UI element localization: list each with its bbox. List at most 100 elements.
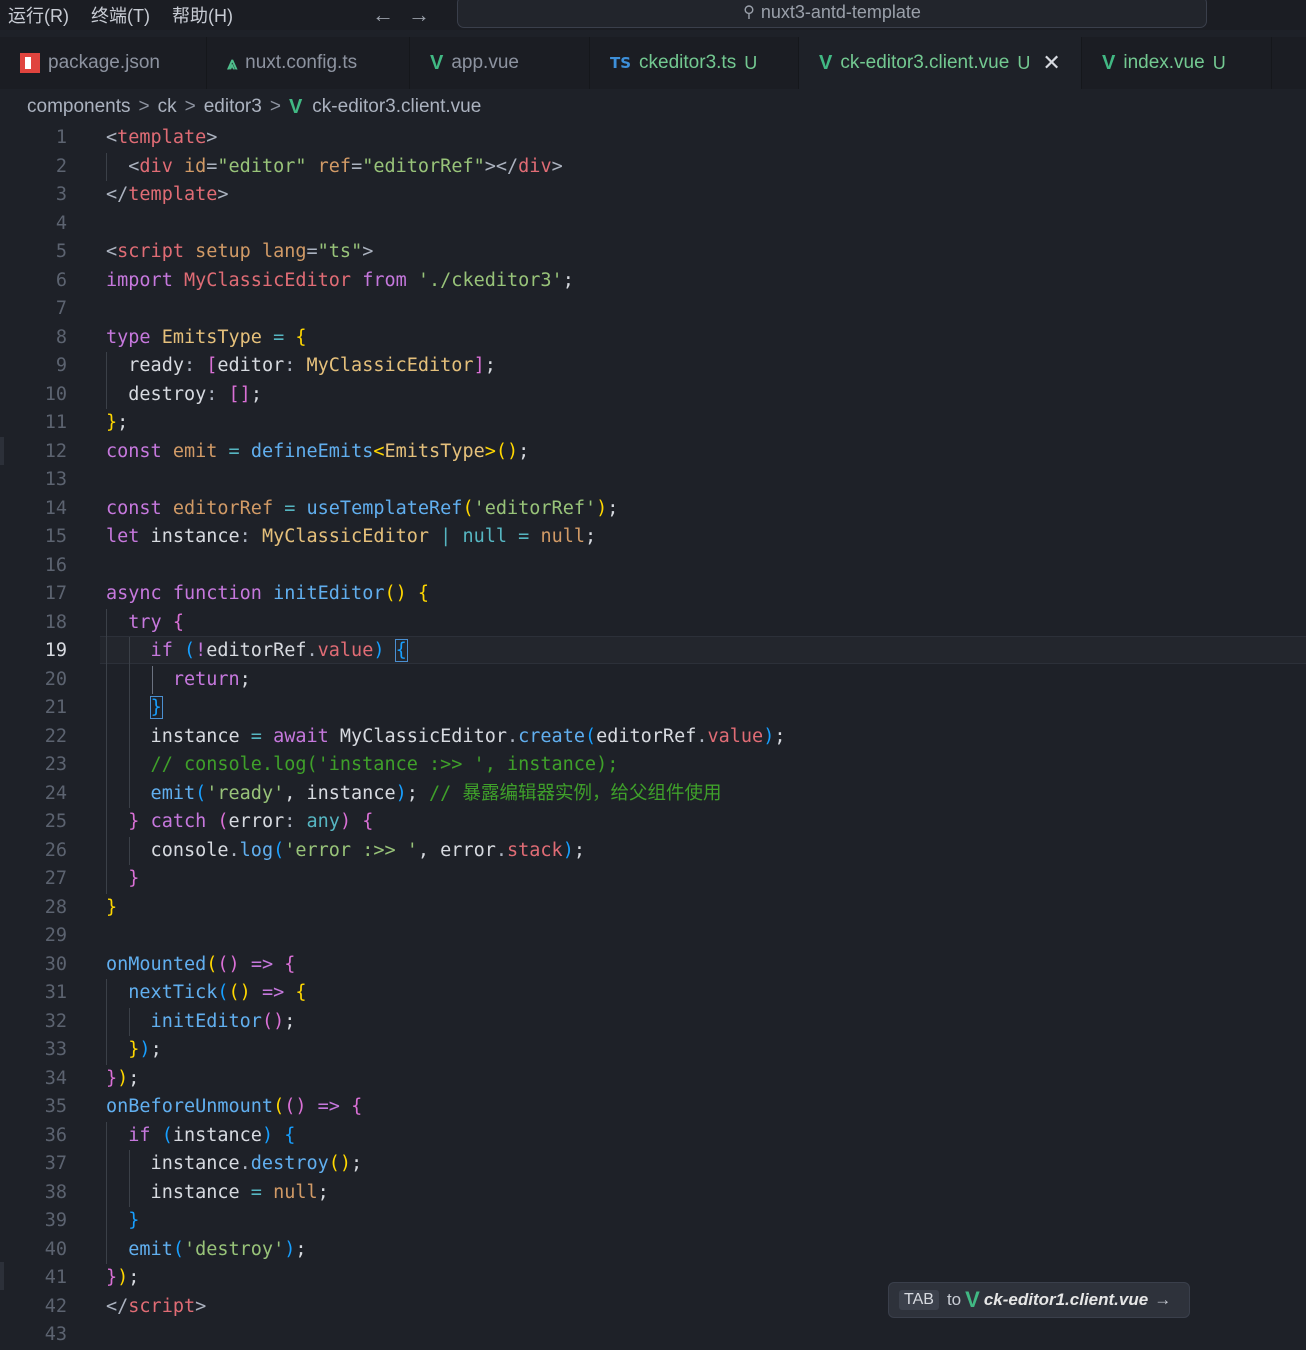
code-token: (): [261, 1010, 285, 1032]
code-token: ): [117, 1267, 129, 1288]
breadcrumb-item[interactable]: components: [27, 96, 131, 118]
code-token: .: [306, 640, 318, 661]
forward-arrow-icon[interactable]: →: [408, 4, 430, 26]
code-line[interactable]: 40 emit('destroy');: [0, 1235, 1306, 1264]
code-line[interactable]: 15 let instance: MyClassicEditor | null =…: [0, 523, 1306, 552]
code-line[interactable]: 14 const editorRef = useTemplateRef('edit…: [0, 495, 1306, 524]
tab-app-vue[interactable]: Vapp.vue: [410, 37, 590, 89]
code-line[interactable]: 32 initEditor();: [0, 1007, 1306, 1036]
code-line[interactable]: 20 return;: [0, 665, 1306, 694]
code-line[interactable]: 37 instance.destroy();: [0, 1150, 1306, 1179]
code-line[interactable]: 21 }: [0, 694, 1306, 723]
breadcrumb-item[interactable]: ck-editor3.client.vue: [312, 96, 481, 118]
code-text: }: [106, 694, 163, 722]
code-token: destroy: [250, 1153, 329, 1174]
code-token: initEditor: [273, 583, 385, 604]
code-line[interactable]: 1 <template>: [0, 124, 1306, 153]
code-text: };: [106, 409, 128, 437]
code-text: </script>: [106, 1293, 206, 1321]
back-arrow-icon[interactable]: ←: [372, 4, 394, 26]
code-text: <div id="editor" ref="editorRef"></div>: [106, 153, 563, 181]
line-number: 11: [44, 412, 67, 433]
code-line[interactable]: 34});: [0, 1065, 1306, 1094]
code-line[interactable]: 26 console.log('error :>> ', error.stack…: [0, 836, 1306, 865]
code-token: 'ready': [206, 782, 285, 804]
tab-switch-hint[interactable]: TAB to V ck-editor1.client.vue →: [888, 1282, 1190, 1318]
code-line[interactable]: 12 const emit = defineEmits<EmitsType>();: [0, 438, 1306, 467]
line-number: 10: [44, 383, 67, 405]
code-token: }: [106, 1267, 118, 1288]
tab-package-json[interactable]: package.json: [0, 37, 207, 89]
code-line[interactable]: 33 });: [0, 1036, 1306, 1065]
code-line[interactable]: 36 if (instance) {: [0, 1121, 1306, 1150]
code-token: }: [149, 696, 163, 719]
vue-icon: V: [430, 51, 444, 74]
menu-run[interactable]: 运行(R): [8, 2, 69, 28]
code-line[interactable]: 30 onMounted(() => {: [0, 951, 1306, 980]
code-line[interactable]: 25 } catch (error: any) {: [0, 808, 1306, 837]
command-center-search[interactable]: ⚲ nuxt3-antd-template: [457, 0, 1207, 28]
line-number: 31: [44, 982, 67, 1003]
code-token: template: [128, 184, 218, 205]
code-line[interactable]: 10 destroy: [];: [0, 380, 1306, 409]
tab-ck-editor3-client-vue[interactable]: Vck-editor3.client.vue U ✕: [799, 37, 1082, 89]
code-line[interactable]: 28}: [0, 894, 1306, 923]
menu-help[interactable]: 帮助(H): [172, 2, 233, 28]
close-icon[interactable]: ✕: [1042, 50, 1060, 76]
breadcrumb: components > ck > editor3 > V ck-editor3…: [27, 92, 481, 122]
tab-nuxt-config-ts[interactable]: ⩓ nuxt.config.ts: [207, 37, 410, 89]
code-token: ;: [406, 782, 430, 804]
menu-terminal[interactable]: 终端(T): [91, 2, 150, 28]
code-token: import: [106, 269, 173, 291]
code-line[interactable]: 31 nextTick(() => {: [0, 979, 1306, 1008]
tab-label: nuxt.config.ts: [245, 52, 358, 73]
code-line[interactable]: 19 if (!editorRef.value) {: [0, 637, 1306, 666]
code-token: EmitsType: [384, 440, 485, 462]
code-line[interactable]: 13: [0, 466, 1306, 495]
code-token: =: [273, 326, 285, 348]
code-line[interactable]: 18 try {: [0, 608, 1306, 637]
code-line[interactable]: 6 import MyClassicEditor from './ckeditor…: [0, 267, 1306, 296]
code-token: null: [540, 526, 585, 547]
code-line[interactable]: 35 onBeforeUnmount(() => {: [0, 1093, 1306, 1122]
code-line[interactable]: 22 instance = await MyClassicEditor.crea…: [0, 722, 1306, 751]
breadcrumb-item[interactable]: ck: [158, 96, 177, 118]
code-line[interactable]: 23 // console.log('instance :>> ', insta…: [0, 751, 1306, 780]
code-line[interactable]: 24 emit('ready', instance); // 暴露编辑器实例，给…: [0, 779, 1306, 808]
code-line[interactable]: 27 }: [0, 865, 1306, 894]
code-line[interactable]: 43: [0, 1321, 1306, 1350]
line-number: 32: [44, 1010, 67, 1032]
code-line[interactable]: 5 <script setup lang="ts">: [0, 238, 1306, 267]
code-token: {: [417, 583, 430, 604]
code-line[interactable]: 4: [0, 210, 1306, 239]
code-line[interactable]: 11};: [0, 409, 1306, 438]
code-text: const emit = defineEmits<EmitsType>();: [106, 438, 529, 466]
code-editor[interactable]: 1 <template> 2 <div id="editor" ref="edito…: [0, 124, 1306, 1345]
code-line[interactable]: 9 ready: [editor: MyClassicEditor];: [0, 352, 1306, 381]
code-token: from: [362, 269, 407, 291]
code-line[interactable]: 7: [0, 295, 1306, 324]
code-line[interactable]: 39 }: [0, 1207, 1306, 1236]
tab-ckeditor3-ts[interactable]: TS ckeditor3.ts U: [590, 37, 799, 89]
line-number: 39: [44, 1210, 67, 1231]
code-token: =>: [317, 1096, 340, 1117]
code-line[interactable]: 2 <div id="editor" ref="editorRef"></div…: [0, 152, 1306, 181]
code-line[interactable]: 17 async function initEditor() {: [0, 580, 1306, 609]
tab-index-vue[interactable]: Vindex.vue U: [1082, 37, 1272, 89]
code-token: >: [551, 155, 563, 177]
search-text: nuxt3-antd-template: [760, 1, 921, 22]
code-line[interactable]: 3 </template>: [0, 181, 1306, 210]
code-line[interactable]: 29: [0, 922, 1306, 951]
code-token: (: [195, 782, 207, 804]
code-token: :: [206, 383, 218, 405]
breadcrumb-item[interactable]: editor3: [204, 96, 262, 118]
code-line[interactable]: 38 instance = null;: [0, 1178, 1306, 1207]
code-line[interactable]: 8 type EmitsType = {: [0, 324, 1306, 353]
code-token: stack: [507, 839, 563, 861]
code-text: <template>: [106, 124, 217, 152]
code-line[interactable]: 16: [0, 552, 1306, 581]
